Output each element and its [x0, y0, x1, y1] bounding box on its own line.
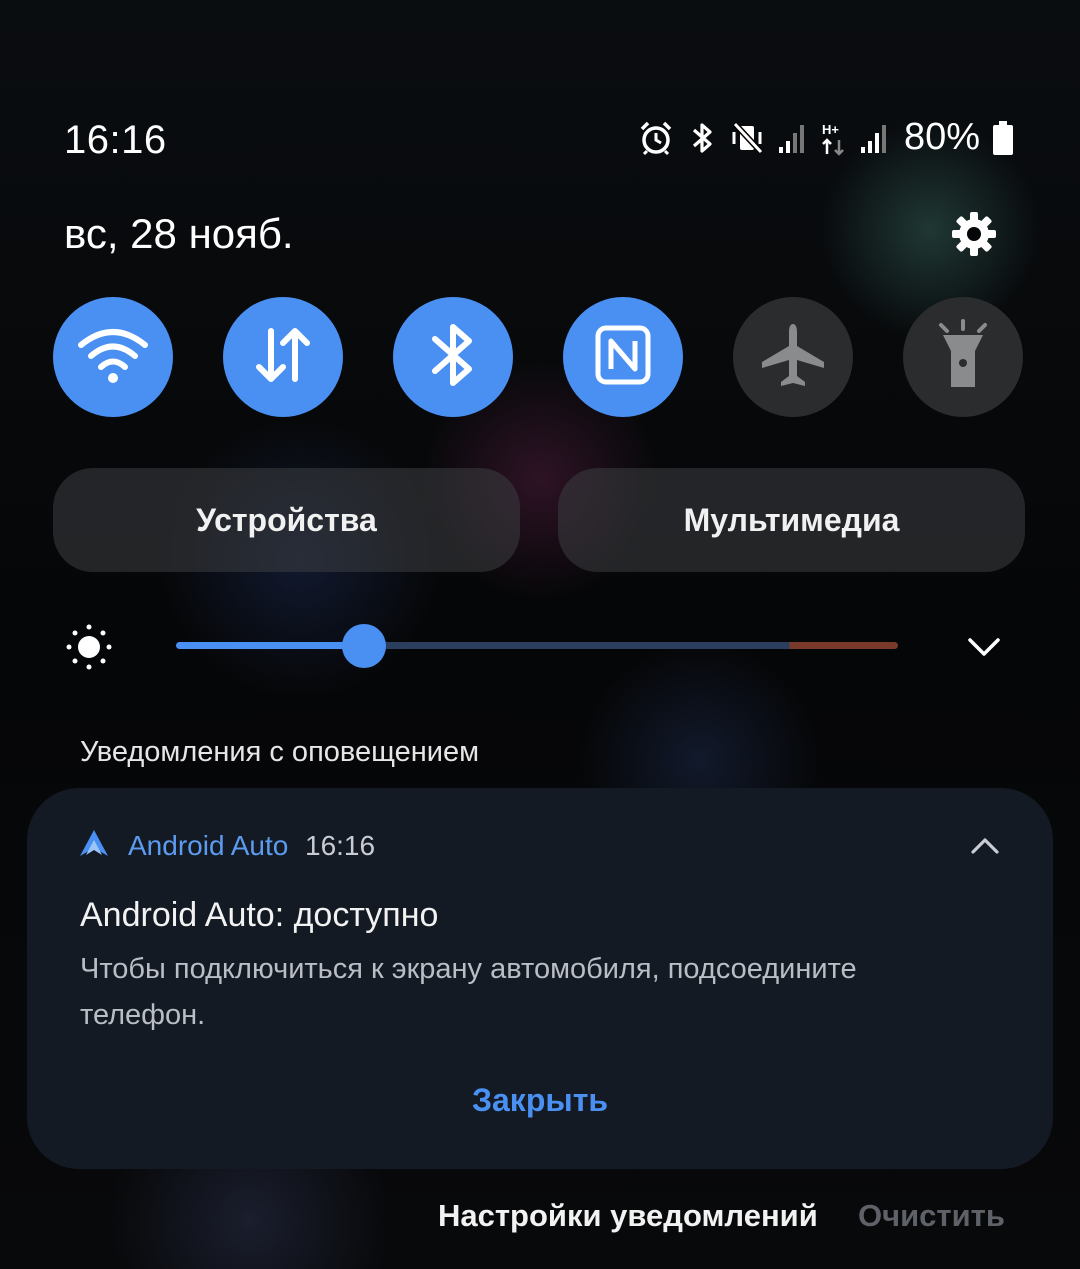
chevron-down-icon[interactable]: [966, 636, 1002, 663]
settings-gear-icon[interactable]: [950, 210, 998, 258]
bluetooth-icon: [429, 321, 477, 394]
flashlight-icon: [933, 318, 993, 396]
notification-shade: 16:16 H+ 80% вс, 28 нояб. Устройства Мул…: [0, 0, 1080, 1269]
bluetooth-icon: [686, 120, 718, 156]
notification-time: 16:16: [305, 830, 376, 861]
signal-icon: [778, 121, 808, 155]
toggle-nfc[interactable]: [563, 297, 683, 417]
status-icons: H+ 80%: [638, 116, 1014, 159]
toggle-flashlight[interactable]: [903, 297, 1023, 417]
section-label: Уведомления с оповещением: [80, 736, 480, 768]
data-hplus-icon: H+: [820, 120, 848, 156]
notification-app-name: Android Auto: [128, 830, 289, 861]
battery-icon: [992, 120, 1014, 156]
notification-settings-button[interactable]: Настройки уведомлений: [438, 1198, 818, 1234]
svg-text:H+: H+: [822, 122, 839, 137]
wifi-icon: [77, 325, 149, 390]
toggle-airplane[interactable]: [733, 297, 853, 417]
toggle-mobile-data[interactable]: [223, 297, 343, 417]
brightness-slider-handle[interactable]: [341, 624, 386, 668]
alarm-icon: [638, 120, 674, 156]
nfc-icon: [595, 325, 651, 390]
notification-title: Android Auto: доступно: [80, 896, 439, 934]
clear-button[interactable]: Очистить: [858, 1198, 1005, 1234]
close-button[interactable]: Закрыть: [0, 1082, 1080, 1119]
devices-button[interactable]: Устройства: [53, 468, 520, 572]
android-auto-icon: [78, 828, 110, 865]
vibrate-mute-icon: [730, 120, 766, 156]
data-arrows-icon: [251, 323, 315, 392]
notification-body: Чтобы подключиться к экрану автомобиля, …: [80, 953, 857, 1031]
signal-icon: [860, 121, 890, 155]
chevron-up-icon[interactable]: [970, 836, 1000, 861]
toggle-wifi[interactable]: [53, 297, 173, 417]
battery-percent: 80%: [903, 116, 980, 158]
brightness-slider-track[interactable]: [176, 642, 898, 649]
date-label: вс, 28 нояб.: [64, 210, 294, 257]
brightness-sun-icon: [66, 624, 112, 675]
toggle-bluetooth[interactable]: [393, 297, 513, 417]
quick-toggles: [53, 297, 1023, 417]
airplane-icon: [758, 320, 828, 395]
status-time: 16:16: [64, 118, 167, 162]
media-button[interactable]: Мультимедиа: [558, 468, 1025, 572]
